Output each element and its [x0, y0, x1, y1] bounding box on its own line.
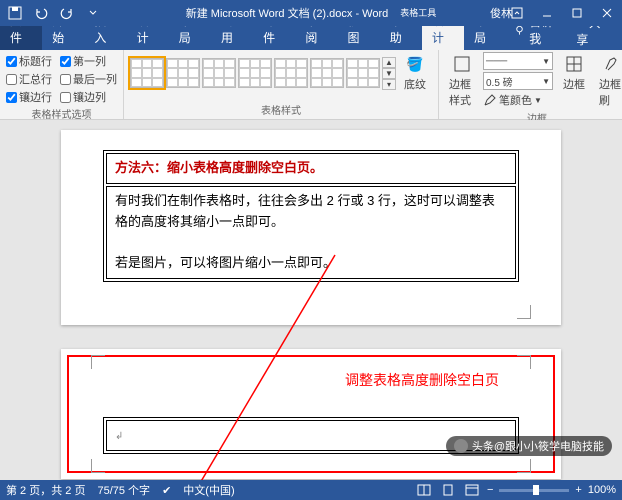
border-painter-icon [602, 54, 622, 74]
chk-last-col[interactable]: 最后一列 [60, 71, 117, 87]
table-style-swatch[interactable] [274, 58, 308, 88]
annotation-label: 调整表格高度删除空白页 [345, 370, 499, 390]
group-label: 表格样式 [130, 102, 432, 117]
web-layout-icon[interactable] [463, 482, 481, 498]
zoom-level[interactable]: 100% [588, 484, 616, 496]
ribbon: 标题行 第一列 汇总行 最后一列 镶边行 镶边列 表格样式选项 ▲▼▾ 🪣 底纹… [0, 50, 622, 120]
border-painter-button[interactable]: 边框刷 [595, 52, 622, 110]
spellcheck-icon[interactable]: ✔ [162, 484, 171, 497]
save-icon[interactable] [4, 3, 26, 23]
gallery-expand-icon: ▾ [382, 79, 396, 90]
print-layout-icon[interactable] [439, 482, 457, 498]
group-label: 表格样式选项 [6, 106, 117, 121]
chk-header-row[interactable]: 标题行 [6, 53, 52, 69]
chevron-up-icon: ▲ [382, 57, 396, 68]
zoom-out-button[interactable]: − [487, 484, 493, 496]
quick-access-toolbar [0, 3, 104, 23]
shading-button[interactable]: 🪣 底纹 [398, 52, 432, 94]
group-borders: 边框样式 ───▼ 0.5 磅▼ 笔颜色▼ 边框 边框刷 边框 [439, 50, 622, 119]
border-styles-button[interactable]: 边框样式 [445, 52, 479, 110]
document-canvas[interactable]: 方法六：缩小表格高度删除空白页。 有时我们在制作表格时，往往会多出 2 行或 3… [0, 120, 622, 480]
table-tools-label: 表格工具 [400, 8, 436, 18]
page-2: ↲ [61, 349, 561, 479]
table-style-swatch[interactable] [166, 58, 200, 88]
qat-dropdown-icon[interactable] [82, 3, 104, 23]
border-weight-combo[interactable]: 0.5 磅▼ [483, 72, 553, 90]
maximize-icon[interactable] [562, 0, 592, 26]
gallery-scroll[interactable]: ▲▼▾ [382, 57, 396, 90]
chevron-down-icon: ▼ [382, 68, 396, 79]
table-style-swatch[interactable] [346, 58, 380, 88]
group-table-style-options: 标题行 第一列 汇总行 最后一列 镶边行 镶边列 表格样式选项 [0, 50, 124, 119]
table-style-swatch[interactable] [130, 58, 164, 88]
title-bar: 新建 Microsoft Word 文档 (2).docx - Word 表格工… [0, 0, 622, 26]
table-cell[interactable]: 方法六：缩小表格高度删除空白页。 [106, 153, 516, 184]
redo-icon[interactable] [56, 3, 78, 23]
word-count[interactable]: 75/75 个字 [97, 482, 150, 498]
avatar-icon [454, 439, 468, 453]
language-indicator[interactable]: 中文(中国) [183, 482, 234, 498]
zoom-in-button[interactable]: + [575, 484, 581, 496]
chk-total-row[interactable]: 汇总行 [6, 71, 52, 87]
group-table-styles: ▲▼▾ 🪣 底纹 表格样式 [124, 50, 439, 119]
page-indicator[interactable]: 第 2 页，共 2 页 [6, 482, 85, 498]
read-mode-icon[interactable] [415, 482, 433, 498]
border-style-icon [452, 54, 472, 74]
table-style-swatch[interactable] [202, 58, 236, 88]
border-line-style-combo[interactable]: ───▼ [483, 52, 553, 70]
document-title: 新建 Microsoft Word 文档 (2).docx - Word [186, 5, 389, 21]
status-bar: 第 2 页，共 2 页 75/75 个字 ✔ 中文(中国) − + 100% [0, 480, 622, 500]
pen-color-button[interactable]: 笔颜色▼ [483, 92, 553, 108]
document-table[interactable]: 方法六：缩小表格高度删除空白页。 有时我们在制作表格时，往往会多出 2 行或 3… [103, 150, 519, 282]
watermark: 头条@跟小小筱学电脑技能 [446, 436, 612, 456]
page-1: 方法六：缩小表格高度删除空白页。 有时我们在制作表格时，往往会多出 2 行或 3… [61, 130, 561, 325]
close-icon[interactable] [592, 0, 622, 26]
ribbon-tab-strip: 文件 开始 插入 设计 布局 引用 邮件 审阅 视图 帮助 设计 布局 告诉我 … [0, 26, 622, 50]
zoom-slider[interactable] [499, 489, 569, 492]
table-cell[interactable]: 有时我们在制作表格时，往往会多出 2 行或 3 行，这时可以调整表格的高度将其缩… [106, 186, 516, 279]
undo-icon[interactable] [30, 3, 52, 23]
pen-icon [483, 93, 497, 107]
chk-first-col[interactable]: 第一列 [60, 53, 117, 69]
borders-button[interactable]: 边框 [557, 52, 591, 94]
table-style-swatch[interactable] [310, 58, 344, 88]
table-style-swatch[interactable] [238, 58, 272, 88]
chk-banded-rows[interactable]: 镶边行 [6, 89, 52, 105]
ribbon-options-icon[interactable] [502, 0, 532, 26]
border-grid-icon [564, 54, 584, 74]
minimize-icon[interactable] [532, 0, 562, 26]
paint-bucket-icon: 🪣 [405, 54, 425, 74]
chk-banded-cols[interactable]: 镶边列 [60, 89, 117, 105]
